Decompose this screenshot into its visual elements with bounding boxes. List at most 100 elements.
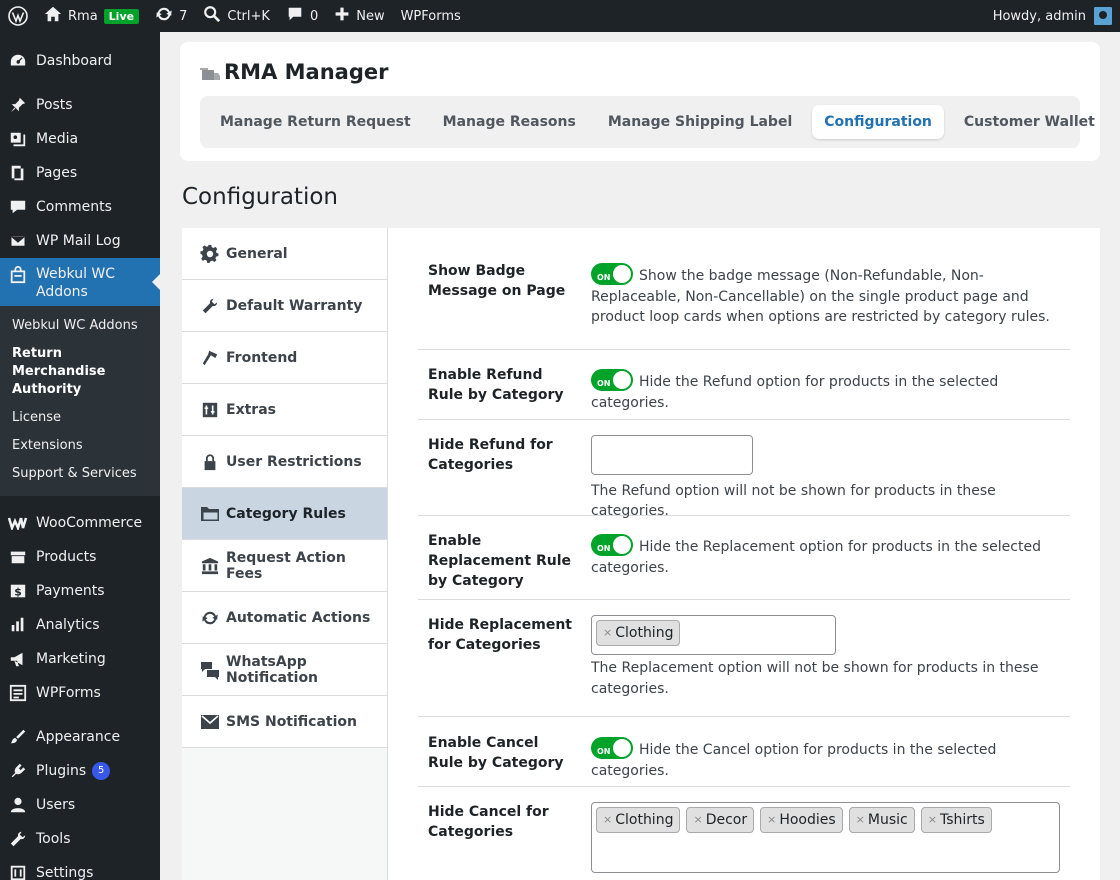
menu-label: WPForms <box>36 685 101 701</box>
side-tab-default-warranty[interactable]: Default Warranty <box>182 280 387 332</box>
menu-label: Settings <box>36 865 94 880</box>
menu-comments[interactable]: Comments <box>0 190 160 224</box>
row-show-badge: Show Badge Message on Page ON Show the ba… <box>418 228 1070 350</box>
updates-link[interactable]: 7 <box>147 0 195 32</box>
site-name: Rma <box>68 8 98 24</box>
wpforms-link[interactable]: WPForms <box>393 0 469 32</box>
my-account-link[interactable]: Howdy, admin <box>985 0 1112 32</box>
side-tab-label: SMS Notification <box>226 713 357 730</box>
side-tab-automatic-actions[interactable]: Automatic Actions <box>182 592 387 644</box>
hide-cancel-categories-select[interactable]: × Clothing × Decor × Hoodies × Music × Tshirt… <box>591 802 1060 873</box>
menu-products[interactable]: Products <box>0 540 160 574</box>
menu-media[interactable]: Media <box>0 122 160 156</box>
badge-toggle[interactable]: ON <box>591 263 633 285</box>
comment-icon <box>8 197 28 217</box>
menu-appearance[interactable]: Appearance <box>0 720 160 754</box>
form-icon <box>8 683 28 703</box>
menu-label: WooCommerce <box>36 515 143 531</box>
row-hide-cancel: Hide Cancel for Categories × Clothing × De… <box>418 787 1070 880</box>
chip-label: Decor <box>705 812 748 828</box>
menu-pages[interactable]: Pages <box>0 156 160 190</box>
submenu-rma[interactable]: Return Merchandise Authority <box>0 340 160 404</box>
home-icon <box>44 5 62 27</box>
woocommerce-icon <box>8 513 28 533</box>
menu-label: Posts <box>36 97 73 113</box>
menu-marketing[interactable]: Marketing <box>0 642 160 676</box>
tab-manage-shipping-label[interactable]: Manage Shipping Label <box>596 105 804 139</box>
settings-sliders-icon <box>8 863 28 880</box>
menu-payments[interactable]: $ Payments <box>0 574 160 608</box>
menu-settings[interactable]: Settings <box>0 856 160 880</box>
settings-panel: General Default Warranty Frontend Extras… <box>182 228 1100 880</box>
side-tab-category-rules[interactable]: Category Rules <box>182 488 387 540</box>
menu-woocommerce[interactable]: WooCommerce <box>0 506 160 540</box>
side-tab-label: Category Rules <box>226 505 346 522</box>
menu-analytics[interactable]: Analytics <box>0 608 160 642</box>
envelope-icon <box>200 712 220 732</box>
side-tab-label: WhatsApp Notification <box>226 653 319 686</box>
menu-users[interactable]: Users <box>0 788 160 822</box>
menu-wpforms[interactable]: WPForms <box>0 676 160 710</box>
comments-link[interactable]: 0 <box>278 0 326 32</box>
side-tab-user-restrictions[interactable]: User Restrictions <box>182 436 387 488</box>
menu-label: Plugins <box>36 763 87 779</box>
rma-header-card: RMA Manager Manage Return Request Manage… <box>180 42 1100 161</box>
side-tab-sms-notification[interactable]: SMS Notification <box>182 696 387 748</box>
category-chip: × Clothing <box>596 807 681 833</box>
side-tab-label: General <box>226 245 288 262</box>
plugins-update-count: 5 <box>92 762 111 780</box>
chip-remove-icon[interactable]: × <box>603 623 612 643</box>
submenu-extensions[interactable]: Extensions <box>0 432 160 460</box>
hide-refund-categories-select[interactable] <box>591 435 753 475</box>
command-search[interactable]: Ctrl+K <box>195 0 278 32</box>
wordpress-logo-icon[interactable] <box>0 0 36 32</box>
side-tab-whatsapp-notification[interactable]: WhatsApp Notification <box>182 644 387 696</box>
submenu-support[interactable]: Support & Services <box>0 460 160 488</box>
side-tab-extras[interactable]: Extras <box>182 384 387 436</box>
wrench-icon <box>200 296 220 316</box>
menu-tools[interactable]: Tools <box>0 822 160 856</box>
replacement-rule-toggle[interactable]: ON <box>591 534 633 556</box>
menu-webkul-addons[interactable]: Webkul WC Addons <box>0 258 160 306</box>
chip-remove-icon[interactable]: × <box>856 810 865 830</box>
svg-text:$: $ <box>14 586 22 599</box>
menu-dashboard[interactable]: Dashboard <box>0 44 160 78</box>
plugin-icon <box>8 761 28 781</box>
toggle-state-label: ON <box>597 379 611 388</box>
field-body: The Refund option will not be shown for … <box>591 435 1066 521</box>
archive-icon <box>8 547 28 567</box>
tab-customer-wallet[interactable]: Customer Wallet <box>952 105 1107 139</box>
chip-remove-icon[interactable]: × <box>928 810 937 830</box>
side-tab-request-action-fees[interactable]: Request Action Fees <box>182 540 387 592</box>
media-icon <box>8 129 28 149</box>
page-title: RMA Manager <box>200 60 388 84</box>
new-content-link[interactable]: New <box>326 0 392 32</box>
submenu-license[interactable]: License <box>0 404 160 432</box>
hide-replacement-categories-select[interactable]: × Clothing <box>591 615 836 655</box>
bank-icon <box>200 556 220 576</box>
menu-label: Webkul WC Addons <box>36 266 116 300</box>
side-tab-frontend[interactable]: Frontend <box>182 332 387 384</box>
chip-remove-icon[interactable]: × <box>767 810 776 830</box>
chip-remove-icon[interactable]: × <box>693 810 702 830</box>
row-hide-refund: Hide Refund for Categories The Refund op… <box>418 420 1070 519</box>
side-tab-label: User Restrictions <box>226 453 362 470</box>
tab-manage-return-request[interactable]: Manage Return Request <box>208 105 423 139</box>
new-label: New <box>356 8 385 24</box>
chip-remove-icon[interactable]: × <box>603 810 612 830</box>
tab-manage-reasons[interactable]: Manage Reasons <box>431 105 588 139</box>
submenu-webkul-addons[interactable]: Webkul WC Addons <box>0 312 160 340</box>
lock-icon <box>200 452 220 472</box>
refund-rule-toggle[interactable]: ON <box>591 369 633 391</box>
menu-wp-mail-log[interactable]: WP Mail Log <box>0 224 160 258</box>
site-name-link[interactable]: Rma Live <box>36 0 147 32</box>
rma-logo-icon <box>200 64 220 80</box>
chip-label: Clothing <box>615 625 674 641</box>
cancel-rule-toggle[interactable]: ON <box>591 737 633 759</box>
more-tabs-button[interactable]: ··· <box>1115 105 1120 139</box>
tab-configuration[interactable]: Configuration <box>812 105 944 139</box>
menu-posts[interactable]: Posts <box>0 88 160 122</box>
megaphone-icon <box>8 649 28 669</box>
side-tab-general[interactable]: General <box>182 228 387 280</box>
menu-plugins[interactable]: Plugins 5 <box>0 754 160 788</box>
